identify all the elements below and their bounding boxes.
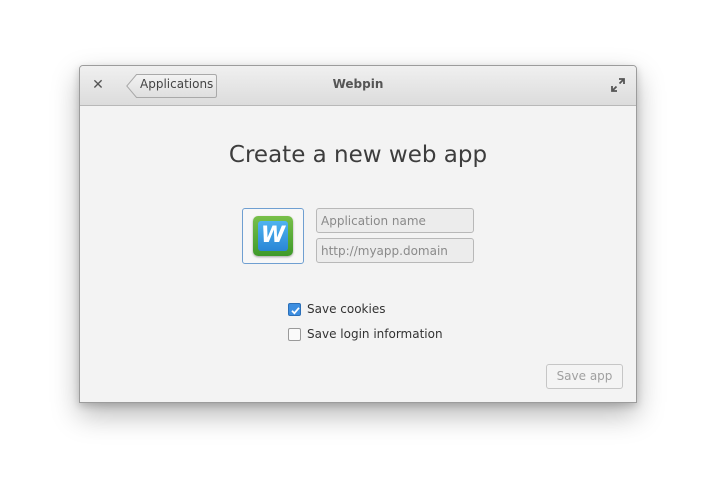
save-cookies-label: Save cookies <box>307 302 386 316</box>
application-name-input[interactable] <box>316 208 474 233</box>
save-login-label: Save login information <box>307 327 443 341</box>
save-cookies-checkbox[interactable] <box>288 303 301 316</box>
save-login-checkbox[interactable] <box>288 328 301 341</box>
app-icon-letter: W <box>258 221 288 251</box>
checkmark-icon <box>291 307 300 315</box>
webpin-app-icon: W <box>253 216 293 256</box>
webpin-window: ✕ Applications Webpin Create a new web a… <box>79 65 637 403</box>
maximize-icon <box>611 78 625 92</box>
application-url-input[interactable] <box>316 238 474 263</box>
page-heading: Create a new web app <box>228 142 488 168</box>
app-icon-chooser[interactable]: W <box>242 208 304 264</box>
title-bar: ✕ Applications Webpin <box>80 66 636 106</box>
save-app-button[interactable]: Save app <box>546 364 623 389</box>
window-title: Webpin <box>332 77 384 91</box>
maximize-button[interactable] <box>610 77 626 93</box>
